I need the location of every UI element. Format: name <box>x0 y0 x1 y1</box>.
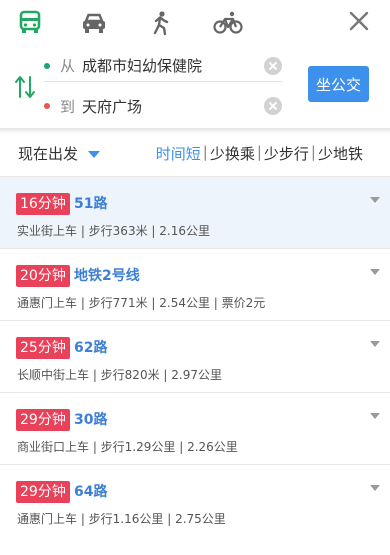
close-icon <box>349 11 369 31</box>
route-detail: 通惠门上车 | 步行771米 | 2.54公里 | 票价2元 <box>17 296 266 310</box>
expand-arrow-icon[interactable] <box>370 485 380 491</box>
route-name: 地铁2号线 <box>74 268 140 284</box>
swap-button[interactable] <box>14 74 36 100</box>
panel-divider <box>0 128 390 134</box>
car-icon <box>83 13 105 33</box>
sort-fewest-transfers[interactable]: 少换乘 <box>210 143 255 164</box>
expand-arrow-icon[interactable] <box>370 341 380 347</box>
route-name: 62路 <box>74 340 108 356</box>
sort-fewest-subway[interactable]: 少地铁 <box>318 143 363 164</box>
route-name: 64路 <box>74 484 108 500</box>
route-card[interactable]: 25分钟 62路 长顺中街上车 | 步行820米 | 2.97公里 <box>0 320 390 392</box>
expand-arrow-icon[interactable] <box>370 413 380 419</box>
mode-bike[interactable] <box>208 6 248 40</box>
duration-badge: 29分钟 <box>16 409 70 431</box>
mode-walk[interactable] <box>140 6 180 40</box>
duration-badge: 16分钟 <box>16 193 70 215</box>
search-bus-button[interactable]: 坐公交 <box>308 66 369 102</box>
clear-origin-icon[interactable] <box>264 56 282 75</box>
departure-time-label: 现在出发 <box>18 145 79 163</box>
destination-field[interactable]: 到 天府广场 <box>44 90 282 122</box>
route-card[interactable]: 29分钟 30路 商业街口上车 | 步行1.29公里 | 2.26公里 <box>0 392 390 464</box>
swap-arrows-icon <box>15 76 35 98</box>
route-name: 30路 <box>74 412 108 428</box>
filter-bar: 现在出发 时间短 | 少换乘 | 少步行 | 少地铁 <box>0 138 390 172</box>
destination-value[interactable]: 天府广场 <box>82 96 264 117</box>
route-card[interactable]: 29分钟 64路 通惠门上车 | 步行1.16公里 | 2.75公里 <box>0 464 390 536</box>
origin-value[interactable]: 成都市妇幼保健院 <box>82 55 264 76</box>
chevron-down-icon <box>88 151 101 158</box>
route-detail: 实业街上车 | 步行363米 | 2.16公里 <box>17 224 210 238</box>
expand-arrow-icon[interactable] <box>370 269 380 275</box>
route-card[interactable]: 20分钟 地铁2号线 通惠门上车 | 步行771米 | 2.54公里 | 票价2… <box>0 248 390 320</box>
sort-least-walking[interactable]: 少步行 <box>264 143 309 164</box>
route-results-list: 16分钟 51路 实业街上车 | 步行363米 | 2.16公里 20分钟 地铁… <box>0 176 390 536</box>
close-button[interactable] <box>344 6 374 36</box>
transport-mode-bar <box>0 0 390 44</box>
origin-dot-icon <box>44 62 50 69</box>
expand-arrow-icon[interactable] <box>370 197 380 203</box>
sort-options: 时间短 | 少换乘 | 少步行 | 少地铁 <box>156 143 363 164</box>
duration-badge: 25分钟 <box>16 337 70 359</box>
separator: | <box>310 143 316 161</box>
route-detail: 通惠门上车 | 步行1.16公里 | 2.75公里 <box>17 512 226 526</box>
origin-field[interactable]: 从 成都市妇幼保健院 <box>44 50 282 82</box>
walk-icon <box>153 11 169 36</box>
sort-shortest-time[interactable]: 时间短 <box>156 143 201 164</box>
route-card[interactable]: 16分钟 51路 实业街上车 | 步行363米 | 2.16公里 <box>0 176 390 248</box>
duration-badge: 29分钟 <box>16 481 70 503</box>
destination-label: 到 <box>60 97 76 116</box>
bus-icon <box>19 10 41 33</box>
route-detail: 长顺中街上车 | 步行820米 | 2.97公里 <box>17 368 222 382</box>
mode-bus[interactable] <box>10 6 50 40</box>
route-name: 51路 <box>74 196 108 212</box>
mode-car[interactable] <box>74 6 114 40</box>
separator: | <box>202 143 208 161</box>
duration-badge: 20分钟 <box>16 265 70 287</box>
bike-icon <box>213 11 243 34</box>
separator: | <box>256 143 262 161</box>
departure-time-selector[interactable]: 现在出发 <box>18 143 101 164</box>
clear-destination-icon[interactable] <box>264 97 282 115</box>
origin-label: 从 <box>60 57 76 75</box>
destination-dot-icon <box>44 103 50 109</box>
route-detail: 商业街口上车 | 步行1.29公里 | 2.26公里 <box>17 440 238 454</box>
route-search-panel: 从 成都市妇幼保健院 到 天府广场 坐公交 <box>0 44 390 128</box>
